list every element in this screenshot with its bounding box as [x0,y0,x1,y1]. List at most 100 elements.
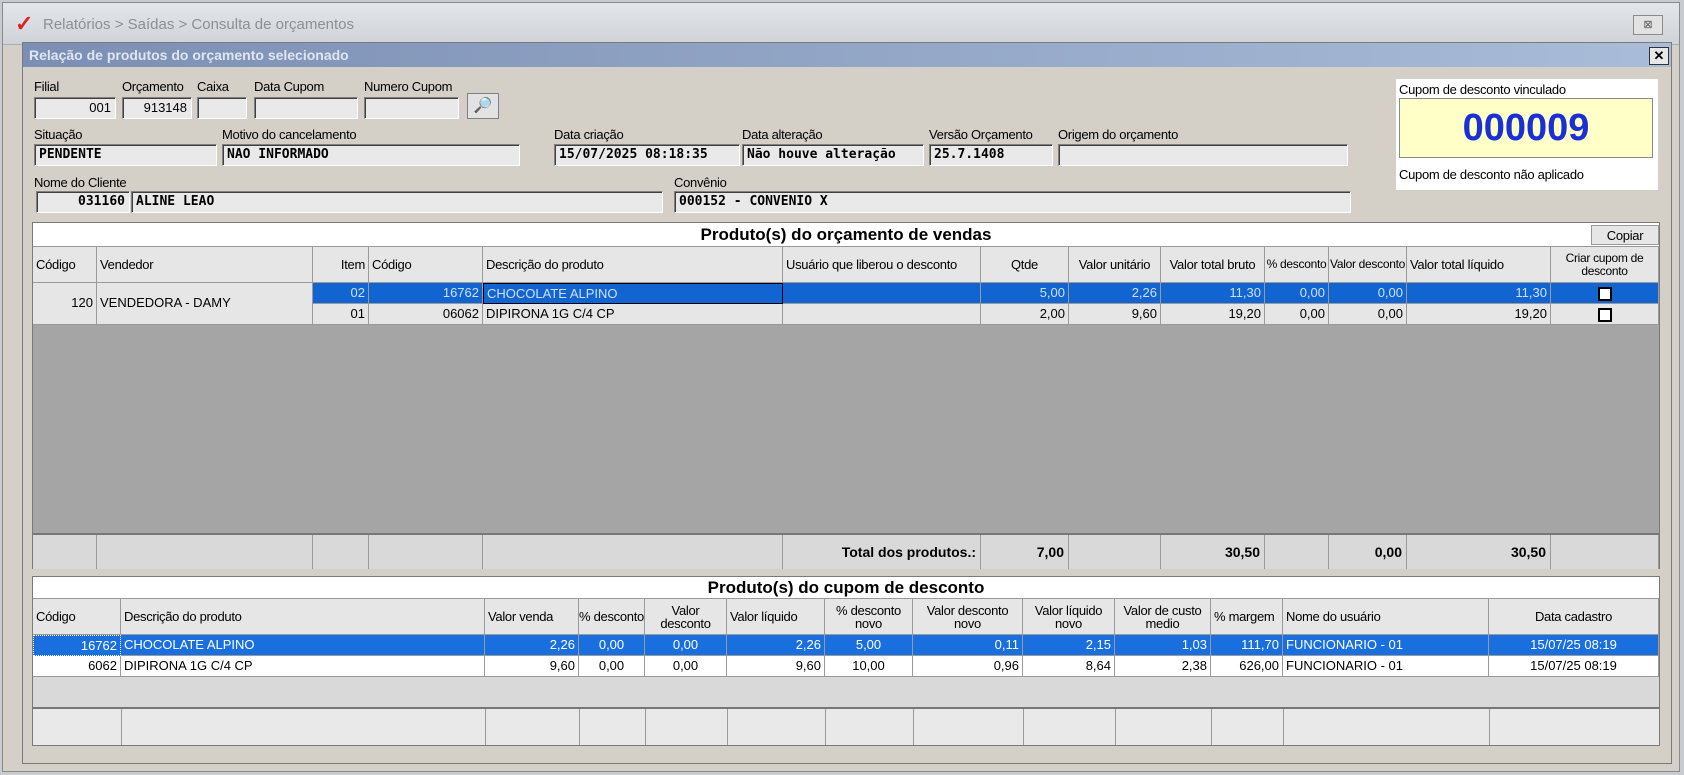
window-title: Relatórios > Saídas > Consulta de orçame… [43,16,355,33]
divider [913,709,914,745]
products-grid-title: Produto(s) do orçamento de vendas [33,223,1659,247]
col-nome-usuario[interactable]: Nome do usuário [1283,599,1489,635]
orcamento-field[interactable]: 913148 [122,97,192,119]
table-row[interactable]: 01 06062 DIPIRONA 1G C/4 CP 2,00 9,60 19… [313,304,1659,325]
divider [579,709,580,745]
row-desc: CHOCOLATE ALPINO [483,283,783,304]
coupon-grid-title: Produto(s) do cupom de desconto [33,577,1659,599]
col-valor-custo[interactable]: Valor de custo medio [1115,599,1211,635]
divider [1115,709,1116,745]
totals-blank [369,535,483,569]
row-data: 15/07/25 08:19 [1489,635,1659,656]
versao-label: Versão Orçamento [929,127,1033,142]
row-margem: 626,00 [1211,656,1283,677]
versao-field[interactable]: 25.7.1408 [929,144,1053,166]
seller-code: 120 [33,283,97,325]
copy-button[interactable]: Copiar [1591,225,1659,245]
col-usuario-desconto[interactable]: Usuário que liberou o desconto [783,247,981,283]
col-margem[interactable]: % margem [1211,599,1283,635]
convenio-label: Convênio [674,175,727,190]
col-item[interactable]: Item [313,247,369,283]
data-cupom-field[interactable] [254,97,358,119]
caixa-field[interactable] [197,97,247,119]
totals-blank [1265,535,1329,569]
row-user [783,283,981,304]
create-coupon-checkbox[interactable] [1597,286,1612,301]
row-desc-val: 0,00 [645,656,727,677]
col-codigo-vendedor[interactable]: Código [33,247,97,283]
row-qtde: 2,00 [981,304,1069,325]
origem-field[interactable] [1058,144,1348,166]
col-valor-desconto-novo[interactable]: Valor desconto novo [913,599,1023,635]
coupon-status: Cupom de desconto não aplicado [1399,167,1584,182]
row-custo: 2,38 [1115,656,1211,677]
search-button[interactable]: 🔎 [467,93,499,119]
col-valor-total-liquido[interactable]: Valor total líquido [1407,247,1551,283]
table-row[interactable]: 02 16762 CHOCOLATE ALPINO 5,00 2,26 11,3… [313,283,1659,304]
row-pct: 0,00 [1265,283,1329,304]
cliente-code-field[interactable]: 031160 [36,191,130,213]
col-vendedor[interactable]: Vendedor [97,247,313,283]
row-item: 02 [313,283,369,304]
col-valor-desconto[interactable]: Valor desconto [645,599,727,635]
row-pct-novo: 5,00 [825,635,913,656]
restore-button[interactable]: ⊠ [1633,15,1663,35]
filial-field[interactable]: 001 [34,97,116,119]
row-desc-novo: 0,96 [913,656,1023,677]
totals-desc-val: 0,00 [1329,535,1407,569]
row-data: 15/07/25 08:19 [1489,656,1659,677]
situacao-field[interactable]: PENDENTE [34,144,217,166]
motivo-field[interactable]: NAO INFORMADO [222,144,520,166]
row-unit: 9,60 [1069,304,1161,325]
row-liquido: 2,26 [727,635,825,656]
row-user: FUNCIONARIO - 01 [1283,656,1489,677]
divider [645,709,646,745]
caixa-label: Caixa [197,79,229,94]
totals-blank [97,535,313,569]
row-code: 6062 [33,656,121,677]
col-qtde[interactable]: Qtde [981,247,1069,283]
col-descricao[interactable]: Descrição do produto [483,247,783,283]
create-coupon-checkbox[interactable] [1597,307,1612,322]
col-valor-unitario[interactable]: Valor unitário [1069,247,1161,283]
col-valor-venda[interactable]: Valor venda [485,599,579,635]
col-pct-desconto[interactable]: % desconto [579,599,645,635]
row-venda: 2,26 [485,635,579,656]
row-user [783,304,981,325]
row-desc-val: 0,00 [1329,304,1407,325]
data-cupom-label: Data Cupom [254,79,324,94]
col-codigo[interactable]: Código [33,599,121,635]
row-criar-cupom [1551,304,1659,325]
col-valor-desconto[interactable]: Valor desconto [1329,247,1407,283]
data-alteracao-field[interactable]: Não houve alteração [742,144,924,166]
col-criar-cupom[interactable]: Criar cupom de desconto [1551,247,1659,283]
totals-qtde: 7,00 [981,535,1069,569]
row-desc: CHOCOLATE ALPINO [121,635,485,656]
numero-cupom-field[interactable] [364,97,459,119]
totals-row: Total dos produtos.: 7,00 30,50 0,00 30,… [33,533,1659,569]
col-pct-desconto[interactable]: % desconto [1265,247,1329,283]
data-criacao-field[interactable]: 15/07/2025 08:18:35 [554,144,740,166]
row-desc-novo: 0,11 [913,635,1023,656]
row-desc: DIPIRONA 1G C/4 CP [483,304,783,325]
table-row[interactable]: 16762 CHOCOLATE ALPINO 2,26 0,00 0,00 2,… [33,635,1659,656]
cliente-name-field[interactable]: ALINE LEAO [131,191,663,213]
col-valor-liquido[interactable]: Valor líquido [727,599,825,635]
convenio-field[interactable]: 000152 - CONVENIO X [674,191,1351,213]
totals-label: Total dos produtos.: [783,535,981,569]
table-row[interactable]: 6062 DIPIRONA 1G C/4 CP 9,60 0,00 0,00 9… [33,656,1659,677]
col-valor-liquido-novo[interactable]: Valor líquido novo [1023,599,1115,635]
close-icon[interactable]: ✕ [1649,47,1669,65]
col-valor-total-bruto[interactable]: Valor total bruto [1161,247,1265,283]
col-pct-desconto-novo[interactable]: % desconto novo [825,599,913,635]
row-code: 06062 [369,304,483,325]
row-pct: 0,00 [579,656,645,677]
row-bruto: 19,20 [1161,304,1265,325]
col-descricao[interactable]: Descrição do produto [121,599,485,635]
products-grid: Produto(s) do orçamento de vendas Copiar… [32,222,1660,569]
col-codigo[interactable]: Código [369,247,483,283]
seller-name: VENDEDORA - DAMY [97,283,313,325]
col-data-cadastro[interactable]: Data cadastro [1489,599,1659,635]
row-qtde: 5,00 [981,283,1069,304]
app-check-icon: ✓ [15,11,34,36]
